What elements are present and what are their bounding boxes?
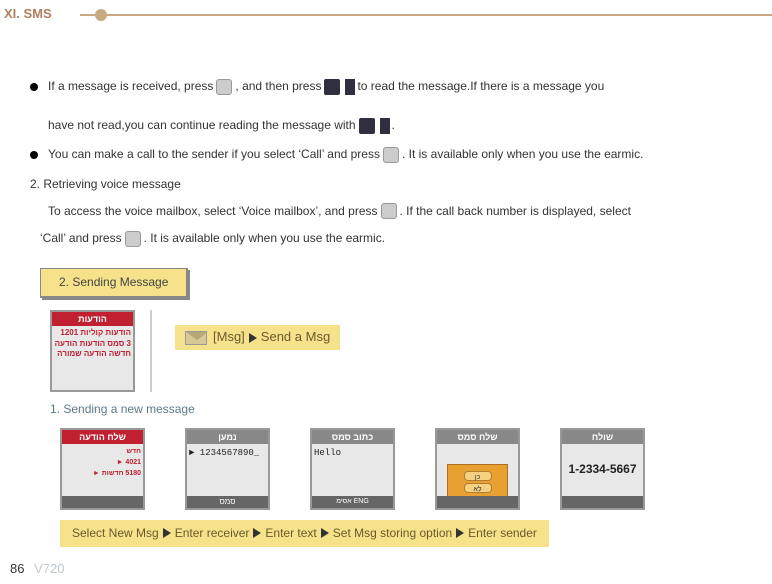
bullet1-text-b: , and then press (235, 77, 321, 96)
phone-mock-menu: הודעות הודעות קוליות 1201 3 סמס הודעות ה… (50, 310, 135, 392)
vertical-divider (150, 310, 152, 392)
action-step-2: Enter receiver (175, 524, 250, 543)
breadcrumb-strip: [Msg] Send a Msg (175, 325, 340, 350)
action-step-1: Select New Msg (72, 524, 159, 543)
dialog-option-no: לא (464, 483, 492, 493)
press-icon (216, 79, 232, 95)
chapter-title: XI. SMS (4, 6, 52, 21)
phone-title: שולח (562, 430, 643, 444)
breadcrumb-label-1: [Msg] (213, 327, 245, 348)
section-2-line2: ‘Call’ and press . It is available only … (40, 229, 742, 248)
call-icon (383, 147, 399, 163)
phone-body: 1-2334-5667 (562, 444, 643, 496)
phone-mock-step5: שולח 1-2334-5667 (560, 428, 645, 510)
body-bullet-1: If a message is received, press , and th… (30, 77, 742, 96)
phone-body: חדש 4021 ► 5180 חדשות ► (62, 444, 143, 496)
header-divider-dot (95, 9, 107, 21)
chevron-right-icon (253, 528, 261, 538)
phone-title: שלח הודעה (62, 430, 143, 444)
chevron-right-icon (321, 528, 329, 538)
phone-sequence-grid: שלח הודעה חדש 4021 ► 5180 חדשות ► נמען ►… (60, 428, 742, 510)
section-2-line1: To access the voice mailbox, select ‘Voi… (48, 202, 742, 221)
section2-line2-a: ‘Call’ and press (40, 229, 122, 248)
arrow-icon (380, 118, 390, 134)
chevron-right-icon (456, 528, 464, 538)
section2-line1-b: . If the call back number is displayed, … (400, 202, 631, 221)
phone-body: כן לא (437, 444, 518, 496)
phone-softkeys: סמס (187, 496, 268, 508)
dialog-overlay: כן לא (447, 464, 508, 496)
action-step-3: Enter text (265, 524, 316, 543)
subsection-1-title: 1. Sending a new message (50, 400, 742, 419)
phone-softkeys: אסימ ENG (312, 496, 393, 508)
phone-body: ► 1234567890_ (187, 444, 268, 496)
bullet2-text-a: You can make a call to the sender if you… (48, 145, 380, 164)
header-divider-line (80, 14, 772, 16)
phone-body: Hello (312, 444, 393, 496)
bullet1-text-a: If a message is received, press (48, 77, 213, 96)
phone-mock-step1: שלח הודעה חדש 4021 ► 5180 חדשות ► (60, 428, 145, 510)
phone-title: הודעות (52, 312, 133, 326)
call-icon (125, 231, 141, 247)
phone-softkeys (62, 496, 143, 508)
chevron-right-icon (249, 333, 257, 343)
phone-softkeys (562, 496, 643, 508)
phone-title: כתוב סמס (312, 430, 393, 444)
message-envelope-icon (185, 331, 207, 345)
phone-title: נמען (187, 430, 268, 444)
page-content: If a message is received, press , and th… (0, 24, 772, 557)
bullet2-text-b: . It is available only when you use the … (402, 145, 643, 164)
nav-icon (324, 79, 340, 95)
model-label: V720 (34, 561, 64, 576)
section2-line2-b: . It is available only when you use the … (144, 229, 385, 248)
chevron-right-icon (163, 528, 171, 538)
phone-softkeys (437, 496, 518, 508)
bullet1-text-c: to read the message.If there is a messag… (357, 77, 604, 96)
action-step-4: Set Msg storing option (333, 524, 452, 543)
phone-breadcrumb-row: הודעות הודעות קוליות 1201 3 סמס הודעות ה… (50, 310, 742, 392)
sending-message-box: 2. Sending Message (40, 268, 188, 298)
section2-line1-a: To access the voice mailbox, select ‘Voi… (48, 202, 378, 221)
bullet-dot (30, 151, 38, 159)
arrow-icon (345, 79, 355, 95)
section-2-heading: 2. Retrieving voice message (30, 175, 742, 194)
chapter-header: XI. SMS (0, 8, 772, 24)
phone-mock-step2: נמען ► 1234567890_ סמס (185, 428, 270, 510)
page-footer: 86 V720 (10, 561, 64, 576)
bullet1-cont-a: have not read,you can continue reading t… (48, 116, 356, 135)
page-number: 86 (10, 561, 24, 576)
phone-body: הודעות קוליות 1201 3 סמס הודעות הודעה חד… (52, 326, 133, 390)
press-icon (381, 203, 397, 219)
nav-icon (359, 118, 375, 134)
dialog-option-yes: כן (464, 471, 492, 481)
bullet1-cont-b: . (392, 116, 395, 135)
breadcrumb-label-2: Send a Msg (261, 327, 330, 348)
phone-mock-step3: כתוב סמס Hello אסימ ENG (310, 428, 395, 510)
action-step-5: Enter sender (468, 524, 537, 543)
action-sequence-strip: Select New Msg Enter receiver Enter text… (60, 520, 549, 547)
phone-title: שלח סמס (437, 430, 518, 444)
body-bullet-2: You can make a call to the sender if you… (30, 145, 742, 164)
bullet1-continuation: have not read,you can continue reading t… (48, 116, 742, 135)
phone-menu-list: הודעות קוליות 1201 3 סמס הודעות הודעה חד… (54, 328, 131, 359)
bullet-dot (30, 83, 38, 91)
phone-mock-step4: שלח סמס כן לא (435, 428, 520, 510)
